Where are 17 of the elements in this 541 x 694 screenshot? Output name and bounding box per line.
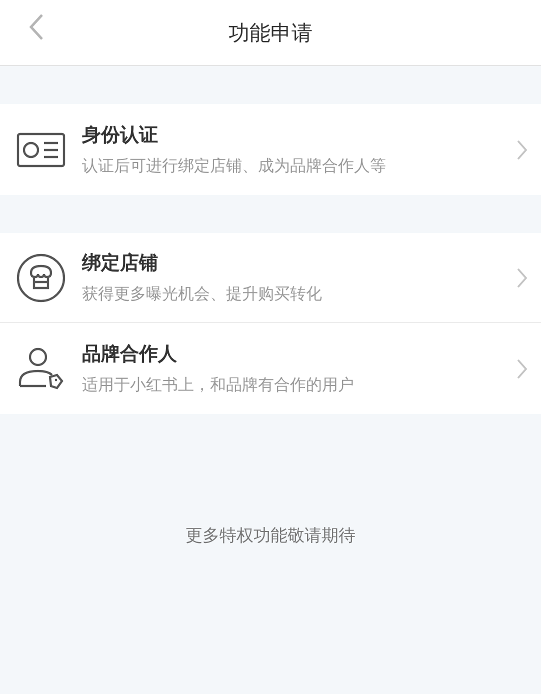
chevron-icon <box>517 358 527 378</box>
chevron-icon <box>517 268 527 288</box>
item-title: 品牌合作人 <box>82 342 178 367</box>
store-icon <box>16 252 66 302</box>
item-title: 身份认证 <box>82 123 159 148</box>
footer-note: 更多特权功能敬请期待 <box>184 525 356 547</box>
item-description: 认证后可进行绑定店铺、成为品牌合作人等 <box>82 156 387 177</box>
menu-item[interactable]: 身份认证 认证后可进行绑定店铺、成为品牌合作人等 <box>0 104 541 195</box>
menu-item[interactable]: 品牌合作人 适用于小红书上，和品牌有合作的用户 <box>0 323 541 414</box>
back-icon[interactable] <box>28 13 44 41</box>
page-title: 功能申请 <box>228 20 312 46</box>
item-description: 获得更多曝光机会、提升购买转化 <box>82 284 323 305</box>
item-description: 适用于小红书上，和品牌有合作的用户 <box>82 375 355 396</box>
item-title: 绑定店铺 <box>82 251 159 276</box>
menu-item[interactable]: 绑定店铺 获得更多曝光机会、提升购买转化 <box>0 233 541 323</box>
id-card-icon <box>16 130 66 168</box>
chevron-icon <box>517 140 527 160</box>
